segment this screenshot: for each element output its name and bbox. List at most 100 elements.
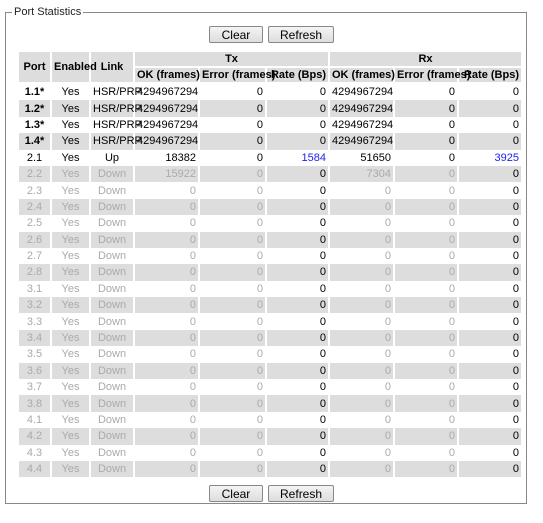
cell-rx-error: 0 (393, 149, 459, 166)
cell-tx-ok: 0 (133, 264, 200, 281)
table-row: 2.7 Yes Down 0 0 0 0 0 0 (17, 247, 523, 265)
cell-tx-ok: 0 (133, 215, 200, 232)
cell-rx-error: 0 (393, 182, 459, 199)
header-tx-ok: OK (frames) (133, 66, 200, 84)
cell-rx-ok: 0 (328, 428, 395, 445)
clear-button-bottom[interactable]: Clear (208, 485, 263, 502)
cell-tx-ok: 0 (133, 395, 200, 412)
cell-rx-rate: 0 (457, 182, 523, 199)
cell-rx-error: 0 (393, 198, 459, 216)
cell-port: 4.4 (17, 460, 52, 478)
table-row: 3.6 Yes Down 0 0 0 0 0 0 (17, 362, 523, 380)
cell-tx-error: 0 (198, 215, 267, 232)
cell-link: HSR/PRP (89, 100, 142, 117)
cell-port: 2.3 (17, 182, 52, 199)
cell-enabled: Yes (50, 346, 91, 363)
cell-tx-ok: 0 (133, 460, 200, 478)
cell-rx-ok: 0 (328, 215, 395, 232)
cell-rx-error: 0 (393, 215, 459, 232)
cell-tx-ok: 0 (133, 379, 200, 396)
cell-tx-error: 0 (198, 133, 267, 150)
cell-tx-rate: 0 (265, 297, 330, 314)
cell-port: 3.8 (17, 395, 52, 412)
cell-port: 4.3 (17, 444, 52, 461)
cell-rx-rate: 0 (457, 83, 523, 101)
header-rx-rate: Rate (Bps) (457, 66, 523, 84)
cell-rx-error: 0 (393, 280, 459, 298)
cell-rx-error: 0 (393, 346, 459, 363)
cell-rx-rate: 0 (457, 460, 523, 478)
cell-enabled: Yes (50, 428, 91, 445)
cell-tx-ok: 0 (133, 329, 200, 347)
cell-port: 3.3 (17, 313, 52, 330)
cell-link: Down (89, 247, 135, 265)
cell-tx-rate: 0 (265, 411, 330, 429)
cell-rx-rate: 0 (457, 395, 523, 412)
table-row: 3.7 Yes Down 0 0 0 0 0 0 (17, 379, 523, 396)
cell-enabled: Yes (50, 329, 91, 347)
cell-tx-ok: 4294967294 (133, 83, 200, 101)
cell-tx-rate: 0 (265, 428, 330, 445)
cell-port: 3.6 (17, 362, 52, 380)
cell-enabled: Yes (50, 83, 91, 101)
cell-tx-rate: 0 (265, 165, 330, 183)
cell-tx-rate: 0 (265, 182, 330, 199)
cell-rx-rate: 0 (457, 231, 523, 248)
cell-rx-ok: 0 (328, 198, 395, 216)
table-row: 2.4 Yes Down 0 0 0 0 0 0 (17, 198, 523, 216)
cell-rx-ok: 0 (328, 247, 395, 265)
cell-rx-ok: 0 (328, 231, 395, 248)
table-row: 2.8 Yes Down 0 0 0 0 0 0 (17, 264, 523, 281)
cell-link: Down (89, 329, 135, 347)
cell-enabled: Yes (50, 165, 91, 183)
cell-rx-ok: 7304 (328, 165, 395, 183)
bottom-toolbar: Clear Refresh (0, 485, 543, 502)
cell-rx-error: 0 (393, 460, 459, 478)
cell-tx-error: 0 (198, 182, 267, 199)
cell-tx-ok: 4294967294 (133, 133, 200, 150)
cell-tx-error: 0 (198, 395, 267, 412)
cell-rx-error: 0 (393, 362, 459, 380)
cell-rx-error: 0 (393, 313, 459, 330)
cell-enabled: Yes (50, 116, 91, 134)
cell-tx-error: 0 (198, 428, 267, 445)
cell-rx-rate: 0 (457, 280, 523, 298)
cell-port: 2.6 (17, 231, 52, 248)
cell-enabled: Yes (50, 395, 91, 412)
cell-tx-error: 0 (198, 83, 267, 101)
cell-rx-rate: 0 (457, 116, 523, 134)
cell-link: Down (89, 297, 135, 314)
cell-link: Down (89, 411, 135, 429)
cell-port: 2.8 (17, 264, 52, 281)
cell-rx-rate: 0 (457, 297, 523, 314)
clear-button[interactable]: Clear (208, 26, 263, 43)
cell-port: 3.1 (17, 280, 52, 298)
cell-tx-rate: 0 (265, 313, 330, 330)
cell-tx-error: 0 (198, 329, 267, 347)
cell-tx-error: 0 (198, 116, 267, 134)
refresh-button[interactable]: Refresh (268, 26, 335, 43)
cell-link: Down (89, 280, 135, 298)
header-rx-ok: OK (frames) (328, 66, 395, 84)
table-row: 2.3 Yes Down 0 0 0 0 0 0 (17, 182, 523, 199)
cell-rx-ok: 0 (328, 444, 395, 461)
cell-port: 2.7 (17, 247, 52, 265)
cell-tx-rate: 0 (265, 231, 330, 248)
cell-rx-ok: 0 (328, 379, 395, 396)
cell-rx-ok: 4294967294 (328, 100, 395, 117)
cell-link: Down (89, 198, 135, 216)
cell-tx-rate: 1584 (265, 149, 330, 166)
table-row: 3.3 Yes Down 0 0 0 0 0 0 (17, 313, 523, 330)
cell-tx-rate: 0 (265, 100, 330, 117)
cell-rx-rate: 0 (457, 100, 523, 117)
cell-rx-error: 0 (393, 116, 459, 134)
cell-port: 3.7 (17, 379, 52, 396)
cell-rx-error: 0 (393, 395, 459, 412)
cell-port: 4.2 (17, 428, 52, 445)
table-row: 1.4* Yes HSR/PRP 4294967294 0 0 4294967294 0 0 (17, 133, 523, 150)
cell-rx-rate: 0 (457, 313, 523, 330)
cell-rx-rate: 0 (457, 247, 523, 265)
cell-tx-error: 0 (198, 379, 267, 396)
refresh-button-bottom[interactable]: Refresh (268, 485, 335, 502)
cell-tx-rate: 0 (265, 329, 330, 347)
